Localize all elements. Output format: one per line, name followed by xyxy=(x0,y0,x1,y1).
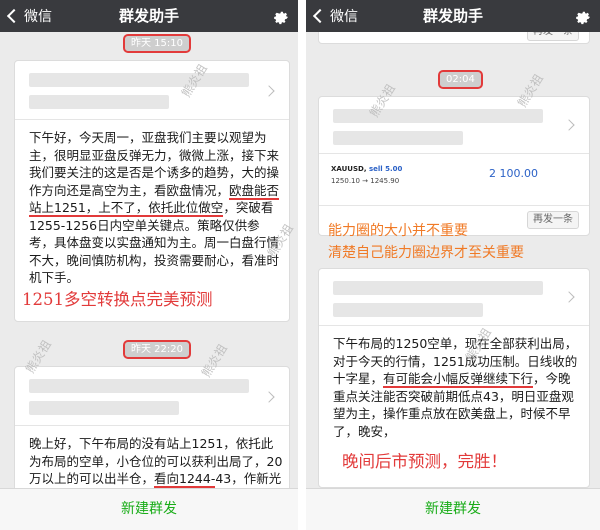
timestamp: 昨天 22:20 xyxy=(123,340,191,359)
profit-amount: 2 100.00 xyxy=(489,167,538,180)
divider xyxy=(15,119,289,120)
message-card[interactable]: 晚上好，下午布局的没有站上1251，依托此为布局的空单，小仓位的可以获利出局了，… xyxy=(14,366,290,489)
screen-divider xyxy=(298,0,306,530)
recipients-placeholder xyxy=(333,109,543,123)
message-text: 晚上好，下午布局的没有站上1251，依托此为布局的空单，小仓位的可以获利出局了，… xyxy=(29,436,283,489)
recipients-placeholder xyxy=(29,95,169,109)
bottom-bar: 新建群发 xyxy=(0,488,298,530)
navbar: 微信 群发助手 xyxy=(0,0,298,32)
message-text: 下午布局的1250空单，现在全部获利出局，对于今天的行情，1251成功压制。日线… xyxy=(333,336,578,439)
resend-button[interactable]: 再发一条 xyxy=(527,211,579,229)
chevron-left-icon xyxy=(6,8,22,24)
divider xyxy=(319,153,589,154)
divider xyxy=(319,205,589,206)
gear-icon[interactable] xyxy=(574,7,592,25)
bottom-bar: 新建群发 xyxy=(306,488,600,530)
divider xyxy=(319,325,589,326)
message-card[interactable]: 下午好，今天周一，亚盘我们主要以观望为主，很明显亚盘反弹无力，微微上涨，接下来我… xyxy=(14,60,290,322)
annotation-text: 清楚自己能力圈边界才至关重要 xyxy=(328,245,524,261)
annotation-text: 晚间后市预测，完胜！ xyxy=(342,452,507,471)
recipients-placeholder xyxy=(29,73,249,87)
message-card[interactable]: XAUUSD, sell 5.00 1250.10 → 1245.90 2 10… xyxy=(318,96,590,236)
chevron-right-icon xyxy=(563,291,575,303)
resend-button[interactable]: 再发一条 xyxy=(527,32,579,41)
left-screen: 微信 群发助手 昨天 15:10 下午好，今天周一，亚盘我们主要以观望为主，很明… xyxy=(0,0,298,530)
back-label: 微信 xyxy=(330,9,358,25)
message-list: 昨天 15:10 下午好，今天周一，亚盘我们主要以观望为主，很明显亚盘反弹无力，… xyxy=(0,32,298,489)
trade-screenshot: XAUUSD, sell 5.00 1250.10 → 1245.90 2 10… xyxy=(331,159,577,207)
chevron-left-icon xyxy=(312,8,328,24)
recipients-placeholder xyxy=(333,303,483,317)
chevron-right-icon xyxy=(263,391,275,403)
chevron-right-icon xyxy=(563,119,575,131)
back-button[interactable]: 微信 xyxy=(6,0,52,32)
navbar: 微信 群发助手 xyxy=(306,0,600,32)
recipients-placeholder xyxy=(29,379,249,393)
symbol-label: XAUUSD, sell 5.00 xyxy=(331,165,403,173)
recipients-placeholder xyxy=(333,281,543,295)
annotation-text: 1251多空转换点完美预测 xyxy=(22,290,213,309)
back-button[interactable]: 微信 xyxy=(312,0,358,32)
gear-icon[interactable] xyxy=(272,7,290,25)
message-card[interactable]: 再发一条 xyxy=(318,32,590,44)
recipients-placeholder xyxy=(29,401,179,415)
message-list: 再发一条 02:04 XAUUSD, sell 5.00 1250.10 → 1… xyxy=(306,32,600,489)
timestamp: 昨天 15:10 xyxy=(123,34,191,53)
chevron-right-icon xyxy=(263,85,275,97)
back-label: 微信 xyxy=(24,9,52,25)
recipients-placeholder xyxy=(333,131,463,145)
divider xyxy=(15,425,289,426)
right-screen: 微信 群发助手 再发一条 02:04 XAUUSD, sell 5.00 125… xyxy=(306,0,600,530)
price-range: 1250.10 → 1245.90 xyxy=(331,177,400,185)
annotation-text: 能力圈的大小并不重要 xyxy=(328,223,468,239)
new-broadcast-button[interactable]: 新建群发 xyxy=(306,489,600,530)
message-text: 下午好，今天周一，亚盘我们主要以观望为主，很明显亚盘反弹无力，微微上涨，接下来我… xyxy=(29,130,280,285)
timestamp: 02:04 xyxy=(438,70,483,89)
new-broadcast-button[interactable]: 新建群发 xyxy=(0,489,298,530)
